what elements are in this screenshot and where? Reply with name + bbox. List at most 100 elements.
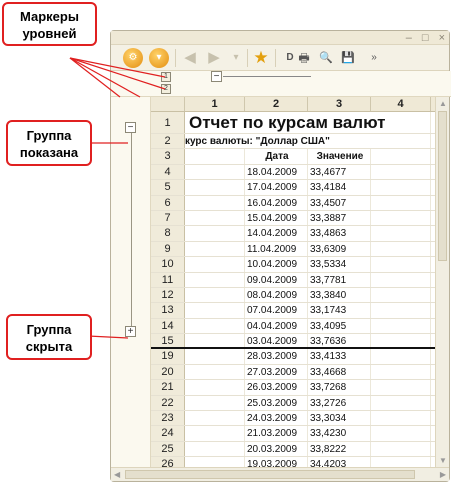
date-cell[interactable]: 08.04.2009 (245, 287, 308, 303)
empty-cell[interactable] (371, 441, 431, 457)
row-number[interactable]: 6 (151, 195, 185, 210)
value-cell[interactable]: 33,3840 (308, 287, 371, 303)
table-row[interactable]: 24 21.03.2009 33,4230 (151, 426, 435, 442)
row-number[interactable]: 4 (151, 164, 185, 180)
table-row[interactable]: 2 курс валюты: "Доллар США" (151, 134, 435, 150)
empty-cell[interactable] (185, 180, 245, 195)
row-number[interactable]: 21 (151, 380, 185, 395)
table-row[interactable]: 13 07.04.2009 33,1743 (151, 303, 435, 319)
value-cell[interactable]: 33,7268 (308, 380, 371, 395)
column-header-3[interactable]: 3 (308, 97, 371, 111)
value-cell[interactable]: 33,4184 (308, 180, 371, 195)
table-row[interactable]: 25 20.03.2009 33,8222 (151, 441, 435, 458)
select-all-corner[interactable] (151, 97, 185, 111)
value-cell[interactable]: 33,4668 (308, 364, 371, 380)
print-icon[interactable]: 🖶 (295, 48, 313, 68)
favorites-star-icon[interactable]: ★ (251, 48, 271, 68)
table-row[interactable]: 14 04.04.2009 33,4095 (151, 318, 435, 335)
row-number[interactable]: 25 (151, 441, 185, 457)
row-number[interactable]: 9 (151, 241, 185, 257)
preview-icon[interactable]: 🔍 (317, 48, 335, 68)
group-expand-button[interactable]: + (125, 326, 136, 337)
date-cell[interactable]: 03.04.2009 (245, 334, 308, 348)
date-cell[interactable]: 15.04.2009 (245, 210, 308, 226)
empty-cell[interactable] (185, 164, 245, 180)
maximize-icon[interactable]: □ (422, 31, 429, 45)
date-cell[interactable]: 21.03.2009 (245, 426, 308, 441)
scroll-down-icon[interactable]: ▼ (439, 456, 447, 465)
column-group-collapse-button[interactable]: − (211, 71, 222, 82)
empty-cell[interactable] (185, 349, 245, 364)
date-cell[interactable]: 19.03.2009 (245, 457, 308, 467)
dropdown-menu-icon[interactable]: ▾ (149, 48, 169, 68)
empty-cell[interactable] (185, 364, 245, 380)
empty-cell[interactable] (371, 426, 431, 441)
empty-cell[interactable] (371, 272, 431, 287)
save-icon[interactable]: 💾 (339, 48, 357, 68)
empty-cell[interactable] (185, 395, 245, 411)
value-cell[interactable]: 33,3887 (308, 210, 371, 226)
minimize-icon[interactable]: – (406, 31, 412, 45)
empty-cell[interactable] (185, 380, 245, 395)
currency-subtitle[interactable]: курс валюты: "Доллар США" (185, 134, 431, 149)
row-number[interactable]: 24 (151, 426, 185, 441)
value-cell[interactable]: 33,7781 (308, 272, 371, 287)
column-header-4[interactable]: 4 (371, 97, 431, 111)
empty-cell[interactable] (371, 164, 431, 180)
table-row[interactable]: 5 17.04.2009 33,4184 (151, 180, 435, 196)
date-cell[interactable]: 04.04.2009 (245, 318, 308, 334)
empty-cell[interactable] (185, 441, 245, 457)
table-row[interactable]: 10 10.04.2009 33,5334 (151, 257, 435, 273)
empty-cell[interactable] (185, 195, 245, 210)
empty-cell[interactable] (185, 241, 245, 257)
table-row[interactable]: 1 Отчет по курсам валют (151, 112, 435, 134)
forward-arrow-icon[interactable]: ▶ (205, 48, 223, 68)
empty-cell[interactable] (371, 257, 431, 272)
empty-cell[interactable] (185, 334, 245, 348)
table-row[interactable]: 15 03.04.2009 33,7636 (151, 334, 435, 350)
col-level-2-button[interactable]: 2 (161, 84, 171, 94)
more-chevron-icon[interactable]: » (365, 48, 383, 68)
table-row[interactable]: 22 25.03.2009 33,2726 (151, 395, 435, 412)
empty-cell[interactable] (185, 318, 245, 334)
table-row[interactable]: 6 16.04.2009 33,4507 (151, 195, 435, 211)
empty-cell[interactable] (371, 318, 431, 334)
empty-cell[interactable] (371, 149, 431, 164)
vertical-scrollbar[interactable]: ▲ ▼ (435, 97, 449, 467)
date-cell[interactable]: 28.03.2009 (245, 349, 308, 364)
value-cell[interactable]: 33,3034 (308, 411, 371, 426)
row-number[interactable]: 11 (151, 272, 185, 287)
report-title[interactable]: Отчет по курсам валют (185, 112, 431, 133)
table-row[interactable]: 11 09.04.2009 33,7781 (151, 272, 435, 288)
value-column-header[interactable]: Значение (308, 149, 371, 164)
column-header-1[interactable]: 1 (185, 97, 245, 111)
empty-cell[interactable] (371, 195, 431, 210)
col-level-1-button[interactable]: 1 (161, 72, 171, 82)
date-cell[interactable]: 18.04.2009 (245, 164, 308, 180)
date-cell[interactable]: 27.03.2009 (245, 364, 308, 380)
table-row[interactable]: 26 19.03.2009 34,4203 (151, 457, 435, 467)
row-number[interactable]: 7 (151, 210, 185, 226)
empty-cell[interactable] (371, 380, 431, 395)
value-cell[interactable]: 33,8222 (308, 441, 371, 457)
empty-cell[interactable] (371, 395, 431, 411)
table-row[interactable]: 21 26.03.2009 33,7268 (151, 380, 435, 396)
date-cell[interactable]: 10.04.2009 (245, 257, 308, 272)
empty-cell[interactable] (185, 287, 245, 303)
row-number[interactable]: 10 (151, 257, 185, 272)
table-row[interactable]: 20 27.03.2009 33,4668 (151, 364, 435, 381)
close-icon[interactable]: × (439, 31, 445, 45)
empty-cell[interactable] (371, 364, 431, 380)
date-cell[interactable]: 26.03.2009 (245, 380, 308, 395)
value-cell[interactable]: 33,4677 (308, 164, 371, 180)
value-cell[interactable]: 33,1743 (308, 303, 371, 318)
row-number[interactable]: 15 (151, 334, 185, 348)
table-row[interactable]: 3 Дата Значение (151, 149, 435, 165)
empty-cell[interactable] (371, 457, 431, 467)
table-row[interactable]: 19 28.03.2009 33,4133 (151, 349, 435, 365)
value-cell[interactable]: 33,2726 (308, 395, 371, 411)
date-column-header[interactable]: Дата (245, 149, 308, 164)
row-number[interactable]: 20 (151, 364, 185, 380)
scroll-right-icon[interactable]: ▶ (440, 470, 446, 479)
empty-cell[interactable] (185, 210, 245, 226)
